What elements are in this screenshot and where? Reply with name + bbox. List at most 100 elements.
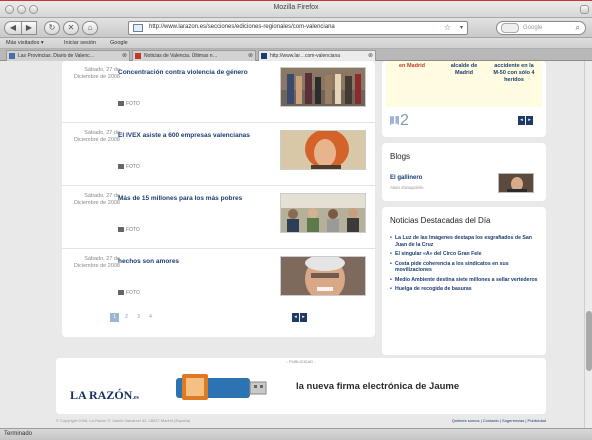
tab-bar: Las Provincias. Diario de Valenc… ⊗ Noti… <box>0 49 592 61</box>
search-engine-icon[interactable] <box>501 23 519 33</box>
previous-button[interactable]: ◂ <box>518 116 525 125</box>
favicon-icon <box>9 53 15 59</box>
tab-label: Las Provincias. Diario de Valenc… <box>18 53 95 59</box>
ad-label: - PUBLICIDAD - <box>286 359 316 364</box>
logo-text: LA RAZÓN <box>70 388 133 402</box>
advertisement-banner[interactable]: - PUBLICIDAD - LA RAZÓN.es la nueva firm… <box>56 358 546 414</box>
bookmark-iniciar-sesion[interactable]: Iniciar sesión <box>64 40 96 46</box>
photo-link[interactable]: FOTO <box>118 101 140 107</box>
status-bar: Terminado <box>0 428 592 440</box>
highlight-link[interactable]: accidente en la M-50 con sólo 4 heridos <box>492 63 536 84</box>
camera-icon <box>118 227 124 232</box>
home-button[interactable]: ⌂ <box>82 21 98 35</box>
url-field[interactable]: http://www.larazon.es/secciones/edicione… <box>128 21 468 35</box>
site-identity-icon[interactable] <box>133 24 143 32</box>
status-text: Terminado <box>4 431 33 437</box>
featured-news-title: Noticias Destacadas del Día <box>390 216 491 225</box>
featured-news-link[interactable]: El singular «A» del Circo Gran Fele <box>390 251 540 258</box>
page-link[interactable]: 3 <box>134 313 143 322</box>
toolbar-toggle-button[interactable] <box>580 5 589 14</box>
tab-las-provincias[interactable]: Las Provincias. Diario de Valenc… ⊗ <box>6 50 130 61</box>
tab-label: Noticias de Valencia. Últimas n… <box>144 53 218 59</box>
close-tab-icon[interactable]: ⊗ <box>248 52 253 59</box>
browser-window: Mozilla Firefox ◀ ▶ ↻ ✕ ⌂ http://www.lar… <box>0 0 592 440</box>
featured-news-box: Noticias Destacadas del Día La Luz de la… <box>382 207 546 355</box>
sidebar-news-box: en Madrid alcalde de Madrid accidente en… <box>382 61 546 137</box>
footer-links[interactable]: Quiénes somos | Contacto | Sugerencias |… <box>452 418 546 423</box>
page-link[interactable]: 1 <box>110 313 119 322</box>
news-title-link[interactable]: El IVEX asiste a 600 empresas valenciana… <box>118 132 250 139</box>
page-link[interactable]: 2 <box>400 113 409 129</box>
bookmarks-toolbar: Más visitados ▾ Iniciar sesión Google <box>0 38 592 49</box>
ad-headline: la nueva firma electrónica de Jaume <box>296 381 460 392</box>
scrollbar-thumb[interactable] <box>586 311 592 371</box>
next-page-button[interactable]: ▸ <box>300 313 307 322</box>
tab-label: http://www.lar…com-valenciana <box>270 53 341 59</box>
bookmark-mas-visitados[interactable]: Más visitados ▾ <box>6 40 44 46</box>
page-link[interactable]: 1 <box>390 113 399 129</box>
camera-icon <box>118 164 124 169</box>
featured-news-link[interactable]: La Luz de las Imágenes destapa los esgra… <box>390 235 540 248</box>
blog-author-photo[interactable] <box>498 173 534 193</box>
highlight-link[interactable]: alcalde de Madrid <box>442 63 486 77</box>
blog-link[interactable]: El gallinero <box>390 175 422 181</box>
photo-link[interactable]: FOTO <box>118 164 140 170</box>
featured-news-link[interactable]: Medio Ambiente destina siete millones a … <box>390 277 540 284</box>
blogs-box: Blogs El gallinero Alain Zanapolelo <box>382 143 546 201</box>
close-tab-icon[interactable]: ⊗ <box>122 52 127 59</box>
news-photo[interactable] <box>280 193 366 233</box>
news-photo[interactable] <box>280 67 366 107</box>
search-field[interactable]: Google ⌕ <box>496 21 586 35</box>
news-item: Sábado, 27 de Diciembre de 2008 Concentr… <box>62 61 375 123</box>
news-date: Sábado, 27 de Diciembre de 2008 <box>73 193 120 206</box>
news-photo[interactable] <box>280 130 366 170</box>
news-title-link[interactable]: Más de 15 millones para los más pobres <box>118 195 242 202</box>
news-title-link[interactable]: Concentración contra violencia de género <box>118 69 248 76</box>
blog-author: Alain Zanapolelo <box>390 185 424 190</box>
search-icon[interactable]: ⌕ <box>576 23 580 33</box>
news-title-link[interactable]: hechos son amores <box>118 258 179 265</box>
back-button[interactable]: ◀ <box>4 21 22 35</box>
reload-button[interactable]: ↻ <box>44 21 60 35</box>
camera-icon <box>118 290 124 295</box>
previous-page-button[interactable]: ◂ <box>292 313 299 322</box>
featured-news-link[interactable]: Costa pide coherencia a los sindicatos e… <box>390 261 540 274</box>
blogs-title: Blogs <box>390 152 411 161</box>
news-photo[interactable] <box>280 256 366 296</box>
url-text: http://www.larazon.es/secciones/edicione… <box>149 24 335 30</box>
vertical-scrollbar[interactable] <box>584 61 592 428</box>
photo-label: FOTO <box>126 101 140 107</box>
next-button[interactable]: ▸ <box>526 116 533 125</box>
page-link[interactable]: 2 <box>122 313 131 322</box>
usb-key-icon <box>176 374 267 400</box>
photo-link[interactable]: FOTO <box>118 290 140 296</box>
navigation-toolbar: ◀ ▶ ↻ ✕ ⌂ http://www.larazon.es/seccione… <box>0 18 592 38</box>
photo-label: FOTO <box>126 290 140 296</box>
close-tab-icon[interactable]: ⊗ <box>368 52 373 59</box>
favicon-icon <box>261 53 267 59</box>
page-link[interactable]: 4 <box>146 313 155 322</box>
url-dropdown-icon[interactable]: ▾ <box>460 24 463 31</box>
photo-link[interactable]: FOTO <box>118 227 140 233</box>
photo-label: FOTO <box>126 164 140 170</box>
news-date: Sábado, 27 de Diciembre de 2008 <box>73 67 120 80</box>
bookmark-google[interactable]: Google <box>110 40 128 46</box>
tab-noticias-valencia[interactable]: Noticias de Valencia. Últimas n… ⊗ <box>132 50 256 61</box>
bookmark-star-icon[interactable]: ☆ <box>444 23 451 32</box>
news-date: Sábado, 27 de Diciembre de 2008 <box>73 256 120 269</box>
featured-news-list: La Luz de las Imágenes destapa los esgra… <box>390 235 540 296</box>
highlight-link[interactable]: en Madrid <box>392 63 432 70</box>
page-content: Sábado, 27 de Diciembre de 2008 Concentr… <box>0 61 592 428</box>
news-item: Sábado, 27 de Diciembre de 2008 hechos s… <box>62 250 375 312</box>
title-bar: Mozilla Firefox <box>0 0 592 18</box>
favicon-icon <box>135 53 141 59</box>
highlight-panel: en Madrid alcalde de Madrid accidente en… <box>386 61 542 107</box>
tab-larazon[interactable]: http://www.lar…com-valenciana ⊗ <box>258 50 376 61</box>
window-title: Mozilla Firefox <box>273 4 319 11</box>
stop-button[interactable]: ✕ <box>63 21 79 35</box>
logo-suffix: .es <box>132 395 139 401</box>
featured-news-link[interactable]: Huelga de recogida de basuras <box>390 286 540 293</box>
larazon-logo: LA RAZÓN.es <box>70 388 139 403</box>
forward-button[interactable]: ▶ <box>21 21 37 35</box>
photo-label: FOTO <box>126 227 140 233</box>
